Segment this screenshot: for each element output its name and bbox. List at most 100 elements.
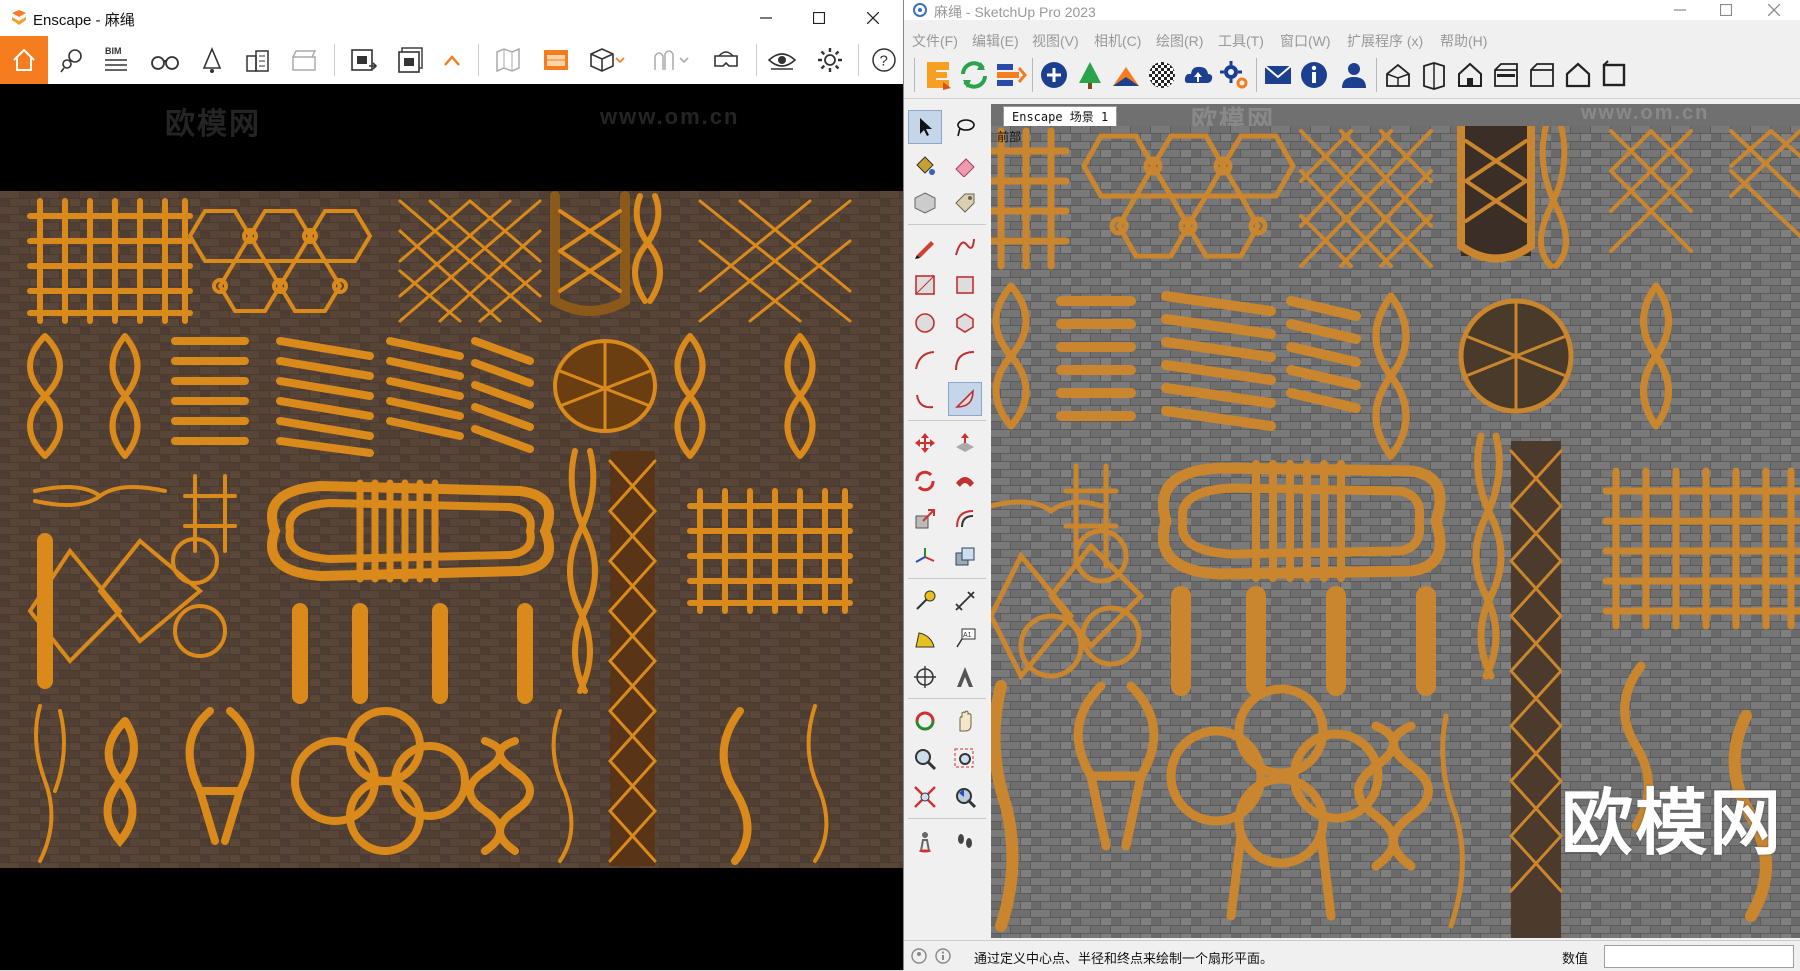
- protractor-tool[interactable]: [908, 622, 942, 656]
- rectangle-tool[interactable]: [908, 268, 942, 302]
- scene-tab[interactable]: Enscape 场景 1: [1003, 106, 1118, 127]
- home-button[interactable]: [0, 36, 48, 84]
- panorama-button[interactable]: [536, 36, 576, 84]
- dimension-tool[interactable]: [948, 584, 982, 618]
- map-button[interactable]: [488, 36, 528, 84]
- materials-icon: [1113, 67, 1139, 86]
- close-button[interactable]: [1751, 0, 1797, 20]
- settings-button[interactable]: [810, 36, 850, 84]
- bim-button[interactable]: BIM: [96, 36, 136, 84]
- component-tool[interactable]: [908, 186, 942, 220]
- upload-button[interactable]: [1180, 57, 1216, 93]
- capture-button[interactable]: [192, 36, 232, 84]
- offset-tool[interactable]: [948, 502, 982, 536]
- enscape-settings-button[interactable]: [1216, 57, 1252, 93]
- view-back-button[interactable]: [1524, 57, 1560, 93]
- axes-orbit-tool[interactable]: [908, 660, 942, 694]
- materials-button[interactable]: [1108, 57, 1144, 93]
- sketchup-model-viewport[interactable]: Enscape 场景 1 前部 欧模网 www.om.cn 欧模网: [991, 104, 1800, 938]
- asset-library-button[interactable]: [1072, 57, 1108, 93]
- menu-camera[interactable]: 相机(C): [1094, 31, 1141, 51]
- menu-extensions[interactable]: 扩展程序 (x): [1347, 31, 1423, 51]
- feedback-button[interactable]: [1260, 57, 1296, 93]
- eye-icon: [767, 53, 797, 70]
- view-bottom-button[interactable]: [1596, 57, 1632, 93]
- minimize-button[interactable]: [743, 0, 789, 36]
- rotated-rectangle-tool[interactable]: [948, 268, 982, 302]
- circle-tool[interactable]: [908, 306, 942, 340]
- two-point-arc-tool[interactable]: [948, 344, 982, 378]
- line-tool[interactable]: [908, 230, 942, 264]
- enscape-views-button[interactable]: [992, 57, 1028, 93]
- visual-settings-button[interactable]: [762, 36, 802, 84]
- menu-view[interactable]: 视图(V): [1032, 31, 1079, 51]
- walk-dropdown[interactable]: [676, 36, 692, 84]
- maximize-button[interactable]: [796, 0, 842, 36]
- paint-bucket-tool[interactable]: [908, 148, 942, 182]
- enscape-render-viewport[interactable]: 欧模网 www.om.cn: [0, 84, 903, 970]
- about-button[interactable]: [1296, 57, 1332, 93]
- zoom-extents-tool[interactable]: [908, 780, 942, 814]
- explore-button[interactable]: [145, 36, 185, 84]
- minimize-button[interactable]: [1657, 0, 1703, 20]
- view-top-button[interactable]: [1416, 57, 1452, 93]
- follow-me-tool[interactable]: [948, 464, 982, 498]
- info-icon[interactable]: [934, 947, 952, 965]
- expand-button[interactable]: [432, 36, 472, 84]
- freehand-tool[interactable]: [948, 230, 982, 264]
- footprints-icon: [958, 834, 972, 848]
- polygon-tool[interactable]: [948, 306, 982, 340]
- select-tool[interactable]: [908, 110, 942, 144]
- menu-file[interactable]: 文件(F): [912, 31, 958, 51]
- pan-tool[interactable]: [948, 704, 982, 738]
- arc-tool[interactable]: [908, 344, 942, 378]
- menu-window[interactable]: 窗口(W): [1280, 31, 1331, 51]
- vr-button[interactable]: [706, 36, 746, 84]
- views-button[interactable]: [52, 36, 92, 84]
- text-tool[interactable]: A1: [948, 622, 982, 656]
- push-pull-tool[interactable]: [948, 426, 982, 460]
- view-left-button[interactable]: [1560, 57, 1596, 93]
- material-library-button[interactable]: [1144, 57, 1180, 93]
- enscape-start-button[interactable]: [920, 57, 956, 93]
- menu-tools[interactable]: 工具(T): [1218, 31, 1264, 51]
- view-front-button[interactable]: [1452, 57, 1488, 93]
- menu-edit[interactable]: 编辑(E): [972, 31, 1019, 51]
- help-button[interactable]: ?: [864, 36, 904, 84]
- tag-tool[interactable]: [948, 186, 982, 220]
- view-iso-button[interactable]: [1380, 57, 1416, 93]
- geo-location-icon[interactable]: [910, 947, 928, 965]
- orbit-icon: [915, 711, 935, 731]
- account-button[interactable]: [1336, 57, 1372, 93]
- walk-tool[interactable]: [948, 824, 982, 858]
- screenshot-button[interactable]: [344, 36, 384, 84]
- zoom-tool[interactable]: [908, 742, 942, 776]
- axes-tool[interactable]: [908, 540, 942, 574]
- scale-tool[interactable]: [908, 502, 942, 536]
- rotate-tool[interactable]: [908, 464, 942, 498]
- lasso-tool[interactable]: [948, 110, 982, 144]
- batch-render-button[interactable]: [391, 36, 431, 84]
- orbit-tool[interactable]: [908, 704, 942, 738]
- menu-draw[interactable]: 绘图(R): [1156, 31, 1203, 51]
- tape-measure-tool[interactable]: [908, 584, 942, 618]
- close-button[interactable]: [850, 0, 896, 36]
- previous-view-tool[interactable]: [948, 780, 982, 814]
- buildings-button[interactable]: [238, 36, 278, 84]
- 3d-text-tool[interactable]: [948, 660, 982, 694]
- zoom-window-tool[interactable]: [948, 742, 982, 776]
- object-dropdown[interactable]: [612, 36, 628, 84]
- measurements-input[interactable]: [1604, 945, 1794, 968]
- position-camera-tool[interactable]: [908, 824, 942, 858]
- eraser-tool[interactable]: [948, 148, 982, 182]
- enscape-sync-button[interactable]: [956, 57, 992, 93]
- outer-shell-tool[interactable]: [948, 540, 982, 574]
- maximize-button[interactable]: [1703, 0, 1749, 20]
- pie-tool[interactable]: [948, 382, 982, 416]
- add-button[interactable]: [1036, 57, 1072, 93]
- three-point-arc-tool[interactable]: [908, 382, 942, 416]
- view-right-button[interactable]: [1488, 57, 1524, 93]
- video-editor-button[interactable]: [284, 36, 324, 84]
- move-tool[interactable]: [908, 426, 942, 460]
- menu-help[interactable]: 帮助(H): [1440, 31, 1487, 51]
